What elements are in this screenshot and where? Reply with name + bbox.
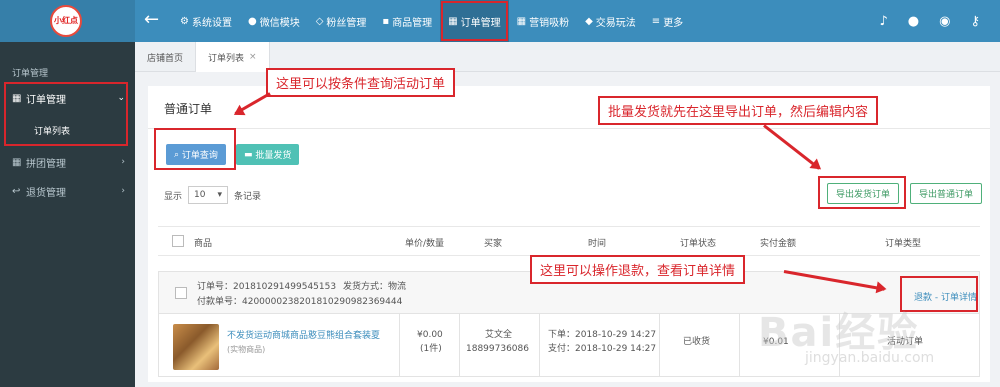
order-status: 已收货 — [683, 337, 711, 347]
tab-label: 店铺首页 — [147, 53, 184, 64]
col-header-amount: 实付金额 — [760, 239, 797, 249]
annotation-callout-query: 这里可以按条件查询活动订单 — [266, 68, 456, 97]
close-icon[interactable]: × — [249, 52, 257, 62]
nav-trade[interactable]: ◆ 交易玩法 — [577, 0, 644, 42]
nav-label: 营销吸粉 — [529, 17, 570, 29]
col-header-status: 订单状态 — [680, 239, 717, 249]
order-time: 下单：2018-10-29 14:27 — [548, 330, 657, 340]
calendar-icon: ▦ — [448, 15, 458, 27]
nav-label: 微信模块 — [259, 17, 300, 29]
page-tabs: 店铺首页 订单列表 × — [135, 42, 1000, 72]
tab-label: 订单列表 — [208, 53, 245, 64]
chevron-right-icon: › — [121, 186, 125, 196]
order-checkbox[interactable] — [175, 287, 187, 299]
page-size-row: 显示 10 ▾ 条记录 — [164, 186, 261, 204]
watermark-url: jingyan.baidu.com — [805, 350, 935, 366]
nav-label: 交易玩法 — [595, 17, 636, 29]
chat-icon: ● — [247, 15, 257, 27]
order-number: 订单号：201810291499545153 — [197, 282, 337, 292]
pay-time: 支付：2018-10-29 14:27 — [548, 344, 657, 354]
quantity: (1件) — [420, 344, 442, 354]
col-header-time: 时间 — [588, 239, 607, 249]
col-header-product: 商品 — [194, 239, 213, 249]
caret-down-icon: ▾ — [217, 190, 223, 200]
sidebar-item-group-buy[interactable]: ▦ 拼团管理 › — [12, 154, 127, 170]
batch-ship-button[interactable]: ▬ 批量发货 — [236, 144, 300, 165]
ship-method: 发货方式：物流 — [343, 282, 407, 292]
wechat-icon[interactable]: ● — [908, 14, 919, 29]
top-nav-menu: ⚙ 系统设置 ● 微信模块 ◇ 粉丝管理 ▪ 商品管理 ▦ 订单管理 ▦ 营销吸粉 ◆ 交易玩… — [172, 0, 691, 42]
button-label: 批量发货 — [255, 151, 292, 161]
annotation-highlight-export — [818, 176, 906, 209]
truck-icon: ▬ — [244, 149, 256, 160]
sidebar-item-label: 拼团管理 — [26, 158, 66, 170]
divider — [659, 314, 660, 376]
divider — [399, 314, 400, 376]
sidebar-item-label: 退货管理 — [26, 187, 66, 199]
divider — [148, 128, 990, 129]
nav-label: 粉丝管理 — [326, 17, 367, 29]
tab-order-list[interactable]: 订单列表 × — [196, 42, 270, 72]
table-header: 商品 单价/数量 买家 时间 订单状态 实付金额 订单类型 — [158, 226, 980, 256]
annotation-highlight-query — [154, 128, 236, 170]
sidebar-item-returns[interactable]: ↩ 退货管理 › — [12, 183, 127, 199]
nav-fans[interactable]: ◇ 粉丝管理 — [308, 0, 375, 42]
page-size-select[interactable]: 10 ▾ — [188, 186, 229, 204]
nav-marketing[interactable]: ▦ 营销吸粉 — [509, 0, 577, 42]
sidebar-title: 订单管理 — [12, 69, 49, 79]
product-type: (实物商品) — [227, 345, 266, 354]
back-arrow-icon[interactable]: ← — [144, 8, 159, 32]
page-size-value: 10 — [194, 190, 206, 200]
gear-icon: ⚙ — [180, 15, 189, 27]
annotation-highlight-sidebar — [4, 82, 128, 146]
divider — [539, 314, 540, 376]
buyer-name: 艾文全 — [485, 330, 513, 340]
page-title: 普通订单 — [164, 102, 213, 116]
nav-products[interactable]: ▪ 商品管理 — [374, 0, 440, 42]
nav-system-settings[interactable]: ⚙ 系统设置 — [172, 0, 240, 42]
top-navbar: 小红点 ← ⚙ 系统设置 ● 微信模块 ◇ 粉丝管理 ▪ 商品管理 ▦ 订单管理 ▦ 营销吸… — [0, 0, 1000, 42]
user-icon[interactable]: ◉ — [939, 14, 950, 29]
top-right-icons: ♪ ● ◉ ⚷ — [859, 0, 980, 42]
menu-icon: ≡ — [651, 15, 661, 27]
grid-icon: ▦ — [12, 156, 22, 168]
divider — [459, 314, 460, 376]
nav-more[interactable]: ≡ 更多 — [644, 0, 691, 42]
payment-number: 付款单号：4200000238201810290982369444 — [197, 297, 403, 307]
buyer-phone: 18899736086 — [466, 344, 529, 354]
col-header-buyer: 买家 — [484, 239, 503, 249]
export-normal-orders-button[interactable]: 导出普通订单 — [910, 183, 983, 204]
chevron-right-icon: › — [121, 157, 125, 167]
product-image[interactable] — [173, 324, 219, 370]
tab-shop-home[interactable]: 店铺首页 — [135, 42, 197, 72]
nav-label: 更多 — [663, 17, 684, 29]
reply-icon: ↩ — [12, 185, 21, 197]
key-icon[interactable]: ⚷ — [970, 14, 980, 29]
col-header-price-qty: 单价/数量 — [405, 239, 445, 249]
annotation-callout-refund: 这里可以操作退款，查看订单详情 — [530, 255, 746, 284]
select-all-checkbox[interactable] — [172, 235, 184, 247]
nav-orders[interactable]: ▦ 订单管理 — [440, 0, 509, 42]
nav-wechat-module[interactable]: ● 微信模块 — [240, 0, 308, 42]
nav-label: 系统设置 — [191, 17, 232, 29]
col-header-type: 订单类型 — [885, 239, 922, 249]
grid-icon: ▦ — [516, 15, 527, 27]
tag-icon: ◆ — [585, 15, 593, 27]
logo-area: 小红点 — [0, 0, 135, 42]
unit-price: ¥0.00 — [417, 330, 443, 340]
bell-icon[interactable]: ♪ — [879, 14, 887, 29]
cart-icon: ▪ — [382, 15, 390, 27]
annotation-callout-export: 批量发货就先在这里导出订单，然后编辑内容 — [598, 96, 879, 125]
nav-label: 商品管理 — [392, 17, 433, 29]
product-name-link[interactable]: 不发货运动商城商品憨豆熊组合套装夏 — [227, 328, 380, 341]
diamond-icon: ◇ — [315, 15, 324, 27]
logo[interactable]: 小红点 — [50, 5, 82, 37]
show-prefix: 显示 — [164, 191, 183, 202]
show-suffix: 条记录 — [234, 191, 262, 202]
nav-label: 订单管理 — [460, 17, 501, 29]
divider — [739, 314, 740, 376]
